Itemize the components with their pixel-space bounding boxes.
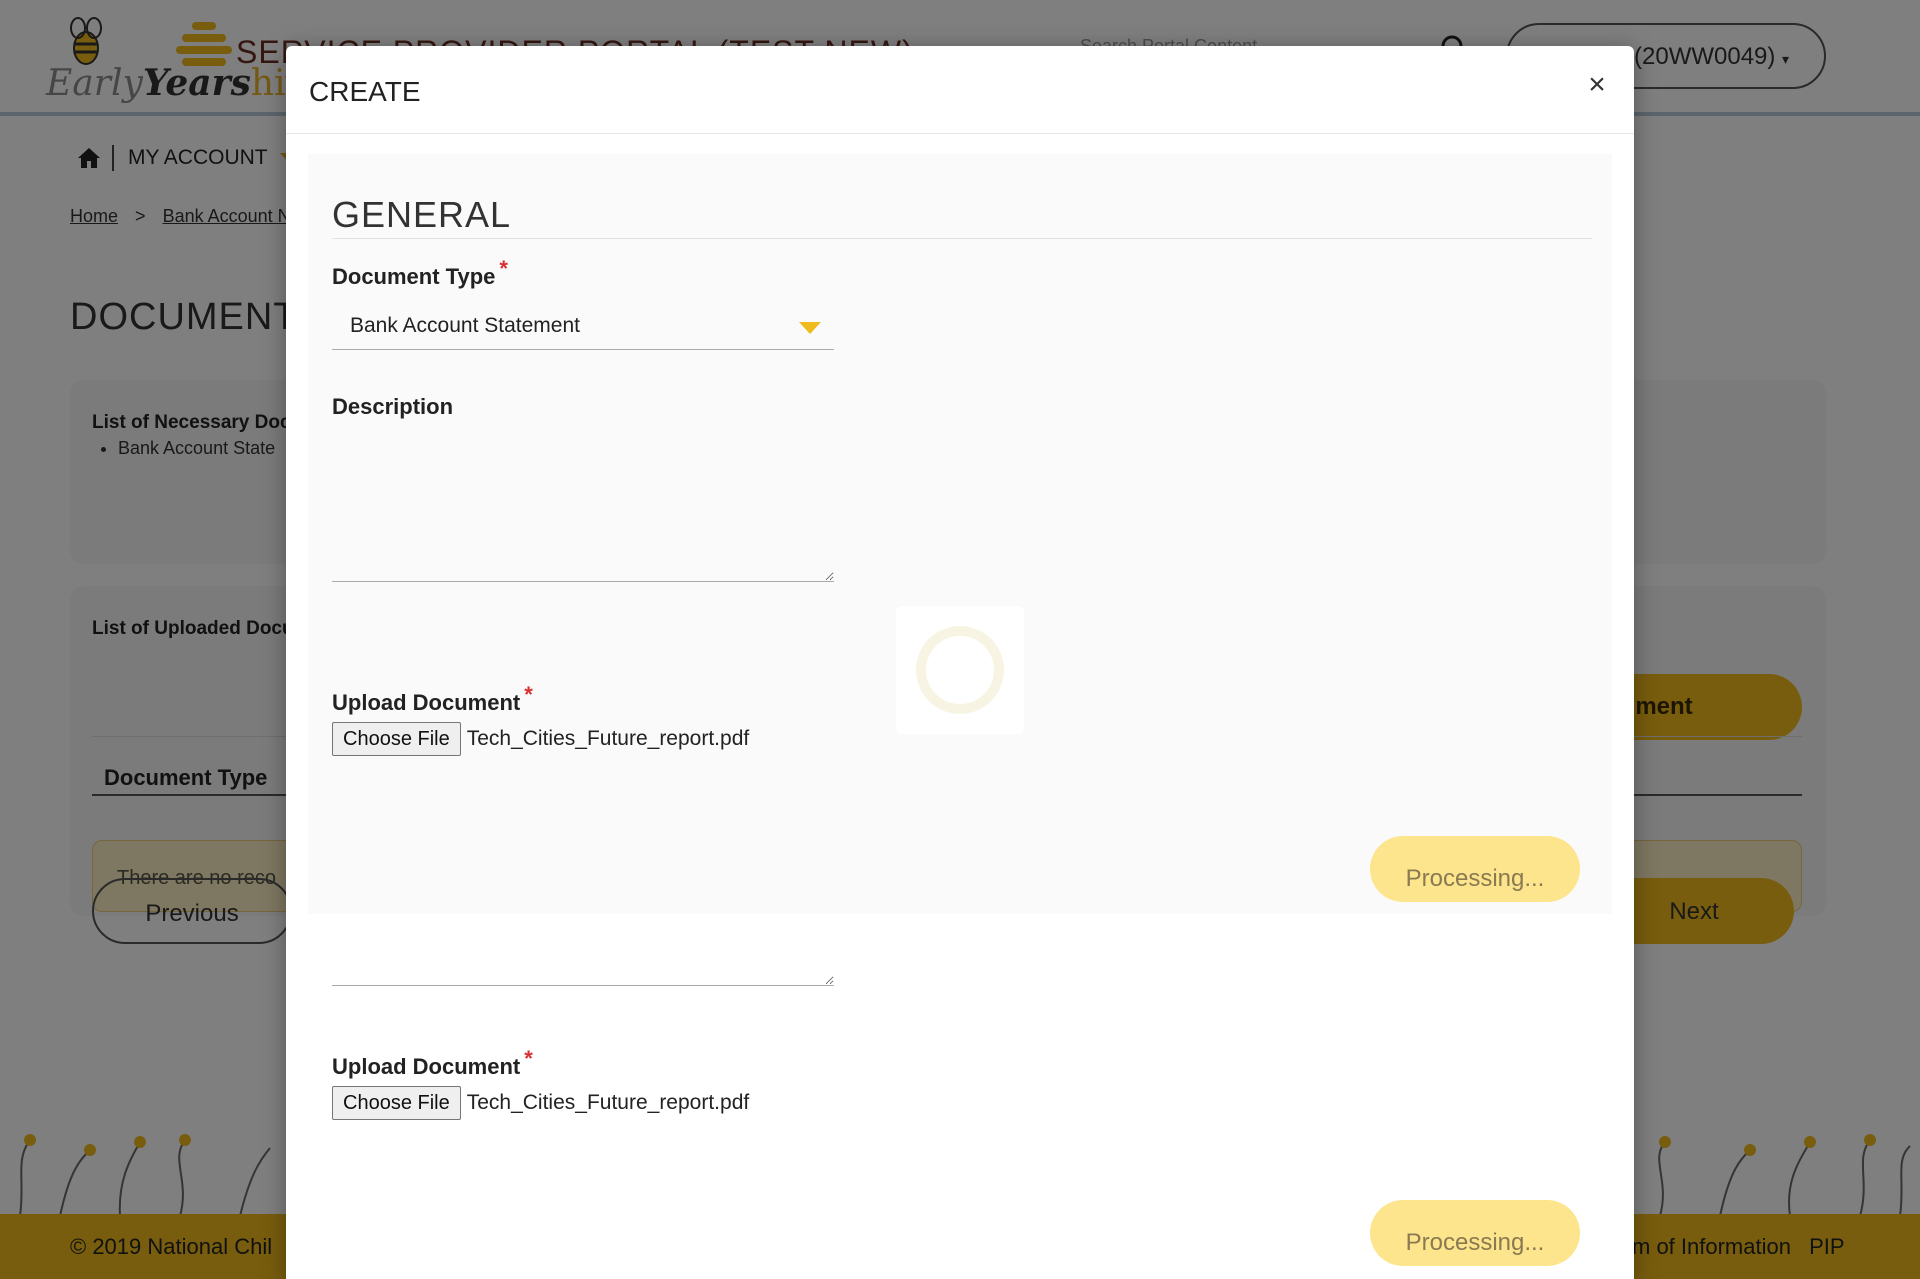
close-icon[interactable]: ×: [1582, 70, 1612, 100]
document-type-label-text: Document Type: [332, 264, 496, 289]
description-label: Description: [332, 394, 454, 419]
document-type-label: Document Type *: [332, 256, 508, 290]
loading-spinner: [896, 606, 1024, 734]
file-input-lower: Choose File Tech_Cities_Future_report.pd…: [332, 1086, 749, 1120]
upload-document-label-lower: Upload Document *: [332, 1046, 533, 1080]
upload-document-label-text: Upload Document: [332, 690, 521, 715]
upload-document-label-text: Upload Document: [332, 1054, 521, 1079]
required-mark: *: [499, 256, 508, 281]
upload-document-label: Upload Document *: [332, 682, 533, 716]
section-general-title: GENERAL: [332, 194, 1592, 239]
required-mark: *: [524, 1046, 533, 1071]
selected-file-name: Tech_Cities_Future_report.pdf: [466, 727, 750, 750]
processing-button[interactable]: Processing...: [1370, 836, 1580, 902]
file-input: Choose File Tech_Cities_Future_report.pd…: [332, 722, 749, 756]
spinner-icon: [916, 626, 1004, 714]
choose-file-button[interactable]: Choose File: [332, 1086, 461, 1120]
document-type-select[interactable]: Bank Account Statement: [332, 300, 834, 350]
description-textarea[interactable]: [332, 472, 834, 582]
modal-header: CREATE ×: [286, 46, 1634, 134]
document-type-value: Bank Account Statement: [350, 314, 580, 337]
create-modal: CREATE × Upload Document * Choose File Te…: [286, 46, 1634, 1279]
required-mark: *: [524, 682, 533, 707]
choose-file-button[interactable]: Choose File: [332, 722, 461, 756]
chevron-down-icon: [799, 322, 821, 334]
processing-button[interactable]: Processing...: [1370, 1200, 1580, 1266]
modal-title: CREATE: [309, 76, 421, 107]
selected-file-name: Tech_Cities_Future_report.pdf: [466, 1091, 750, 1114]
